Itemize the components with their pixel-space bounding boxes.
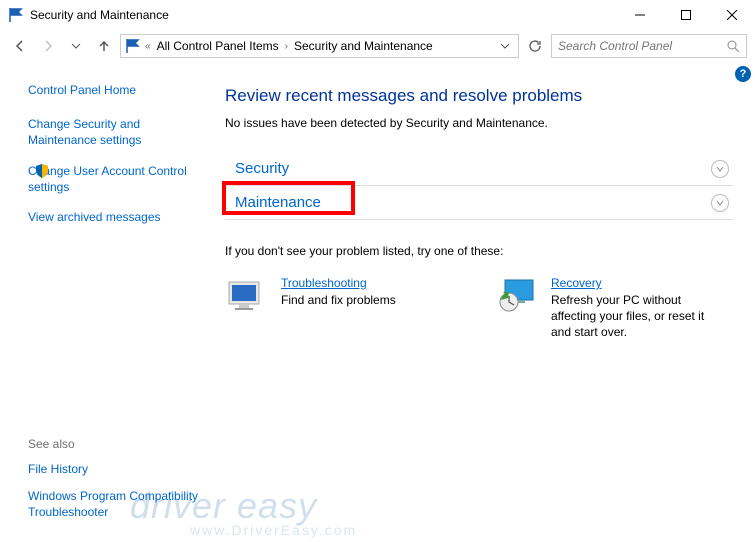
address-bar[interactable]: « All Control Panel Items › Security and… [120,34,519,58]
recovery-icon [495,276,539,316]
chevron-right-icon: › [283,41,290,52]
nav-row: « All Control Panel Items › Security and… [0,30,755,62]
chevron-down-icon[interactable] [711,160,729,178]
troubleshooting-link[interactable]: Troubleshooting [281,276,396,290]
breadcrumb-overflow[interactable]: « [143,41,153,52]
see-also-header: See also [28,437,201,451]
content-area: Control Panel Home Change Security and M… [0,72,755,542]
back-button[interactable] [8,34,32,58]
security-label: Security [235,160,289,177]
sidebar: Control Panel Home Change Security and M… [0,72,215,542]
control-panel-home-link[interactable]: Control Panel Home [28,82,201,98]
maintenance-section[interactable]: Maintenance [225,186,733,220]
window-title: Security and Maintenance [30,8,169,22]
page-heading: Review recent messages and resolve probl… [225,86,733,106]
view-archived-messages-link[interactable]: View archived messages [28,209,201,225]
see-also: See also File History Windows Program Co… [28,437,201,530]
try-one-text: If you don't see your problem listed, tr… [225,244,733,258]
recovery-desc: Refresh your PC without affecting your f… [551,292,725,341]
file-history-link[interactable]: File History [28,461,201,477]
minimize-button[interactable] [617,0,663,30]
maximize-button[interactable] [663,0,709,30]
recovery-tile[interactable]: Recovery Refresh your PC without affecti… [495,276,725,341]
maintenance-label: Maintenance [235,194,321,211]
recovery-link[interactable]: Recovery [551,276,725,290]
recent-dropdown[interactable] [64,34,88,58]
titlebar: Security and Maintenance [0,0,755,30]
change-uac-settings-link[interactable]: Change User Account Control settings [28,163,201,195]
chevron-down-icon[interactable] [711,194,729,212]
change-security-settings-link[interactable]: Change Security and Maintenance settings [28,116,201,148]
troubleshooting-tile[interactable]: Troubleshooting Find and fix problems [225,276,455,341]
search-icon[interactable] [726,39,740,53]
up-button[interactable] [92,34,116,58]
breadcrumb-item[interactable]: All Control Panel Items [153,39,283,53]
action-tiles: Troubleshooting Find and fix problems Re… [225,276,733,341]
flag-icon [125,38,141,54]
compatibility-troubleshooter-link[interactable]: Windows Program Compatibility Troublesho… [28,488,201,520]
main-panel: Review recent messages and resolve probl… [215,72,755,542]
close-button[interactable] [709,0,755,30]
shield-icon [34,163,50,179]
window-controls [617,0,755,30]
search-box[interactable] [551,34,747,58]
breadcrumb-item[interactable]: Security and Maintenance [290,39,437,53]
flag-icon [8,7,24,23]
troubleshooting-desc: Find and fix problems [281,292,396,308]
address-dropdown[interactable] [496,41,514,51]
status-text: No issues have been detected by Security… [225,116,733,130]
forward-button[interactable] [36,34,60,58]
refresh-button[interactable] [523,34,547,58]
security-section[interactable]: Security [225,152,733,186]
search-input[interactable] [558,39,726,53]
troubleshooting-icon [225,276,269,316]
